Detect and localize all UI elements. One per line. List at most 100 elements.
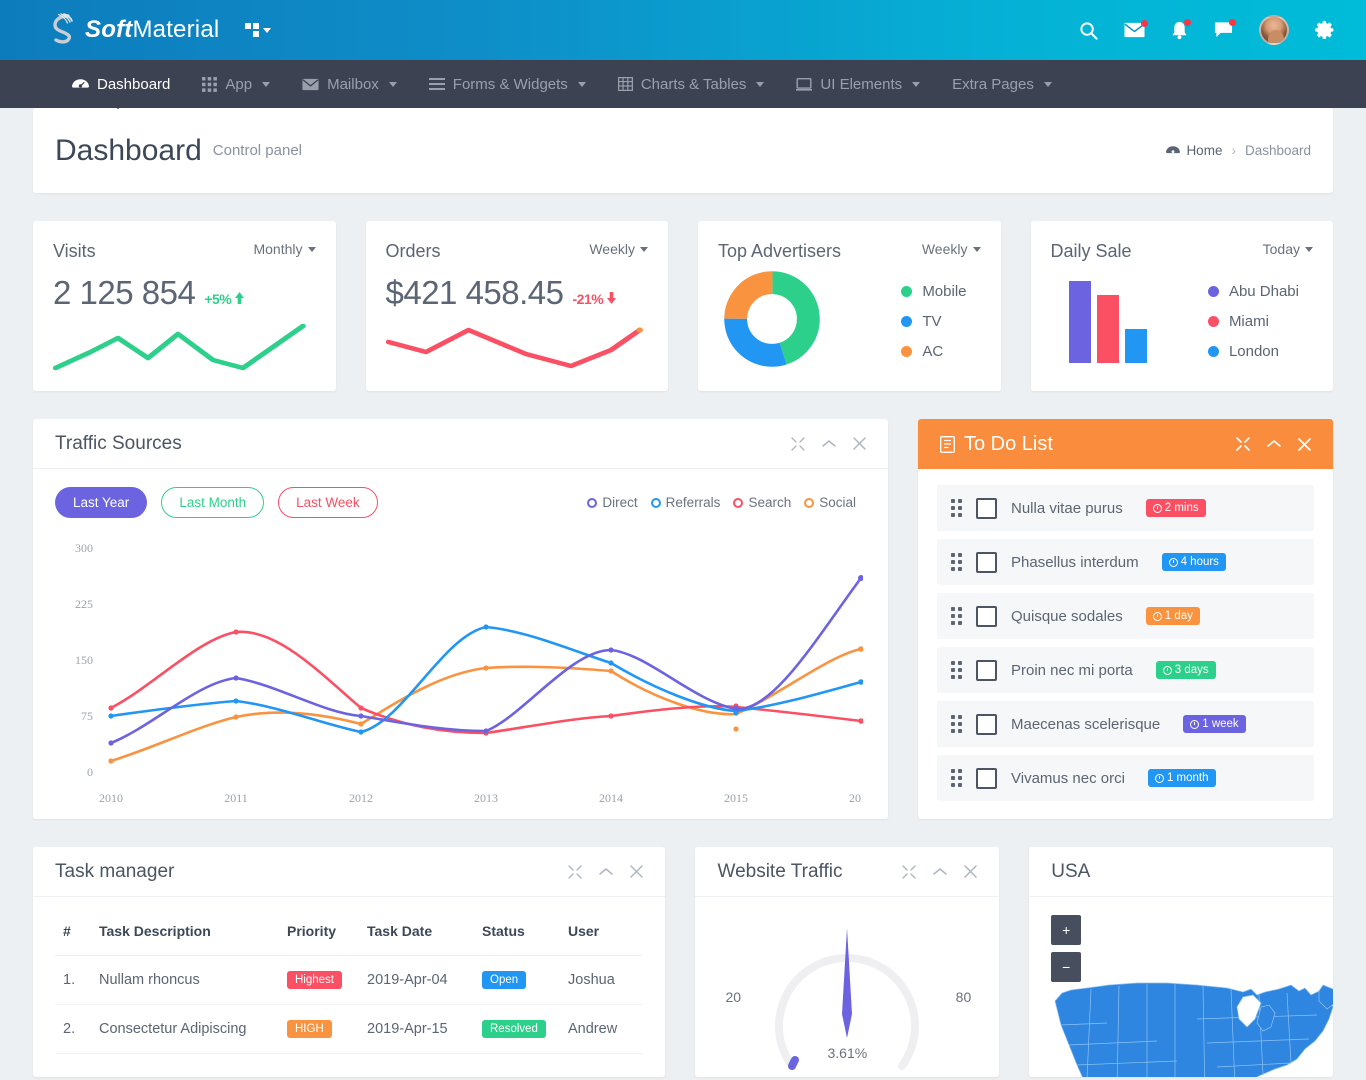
card-visits-sparkline — [53, 320, 316, 375]
drag-handle-icon[interactable] — [951, 715, 962, 733]
table-body: 1. Nullam rhoncus Highest 2019-Apr-04 Op… — [55, 956, 643, 1054]
drag-handle-icon[interactable] — [951, 769, 962, 787]
brand-bold: Soft — [85, 16, 132, 43]
map-zoom-in-button[interactable]: + — [1051, 915, 1081, 945]
chat-icon[interactable] — [1214, 21, 1233, 39]
todo-item[interactable]: Maecenas scelerisque 1 week — [937, 701, 1314, 747]
card-daily-sale-period-dropdown[interactable]: Today — [1263, 241, 1313, 257]
todo-chip-label: 4 hours — [1181, 556, 1219, 568]
nav-item-forms-widgets[interactable]: Forms & Widgets — [415, 68, 600, 101]
panel-website-traffic: Website Traffic 20 80 3.61% — [695, 847, 999, 1077]
legend-label: Social — [819, 495, 856, 510]
pill-last-month[interactable]: Last Month — [161, 487, 264, 518]
legend-social[interactable]: Social — [804, 495, 856, 510]
brand-logo-link[interactable]: SoftMaterial — [50, 13, 219, 47]
task-manager-table: # Task Description Priority Task Date St… — [55, 907, 643, 1054]
nav-item-extra-pages[interactable]: Extra Pages — [938, 68, 1066, 101]
card-visits-period-label: Monthly — [253, 241, 302, 257]
todo-checkbox[interactable] — [976, 498, 997, 519]
close-icon[interactable] — [1298, 438, 1311, 451]
nav-item-app[interactable]: App — [188, 68, 284, 101]
collapse-icon[interactable] — [822, 439, 836, 449]
cell-status: Open — [474, 956, 560, 1005]
todo-item[interactable]: Vivamus nec orci 1 month — [937, 755, 1314, 801]
map-zoom-out-button[interactable]: − — [1051, 952, 1081, 982]
todo-checkbox[interactable] — [976, 768, 997, 789]
clock-icon — [1169, 558, 1178, 567]
card-orders-period-dropdown[interactable]: Weekly — [589, 241, 648, 257]
expand-icon[interactable] — [791, 437, 805, 451]
collapse-icon[interactable] — [1267, 439, 1281, 449]
legend-direct[interactable]: Direct — [587, 495, 637, 510]
gear-icon[interactable] — [1315, 20, 1336, 41]
todo-chip-label: 2 mins — [1165, 502, 1199, 514]
pill-last-week[interactable]: Last Week — [278, 487, 378, 518]
search-icon[interactable] — [1079, 21, 1098, 40]
todo-checkbox[interactable] — [976, 552, 997, 573]
collapse-icon[interactable] — [599, 867, 613, 877]
usa-map-svg[interactable] — [1047, 979, 1333, 1077]
todo-item[interactable]: Phasellus interdum 4 hours — [937, 539, 1314, 585]
status-badge: Resolved — [482, 1020, 546, 1038]
card-visits-period-dropdown[interactable]: Monthly — [253, 241, 315, 257]
todo-item[interactable]: Nulla vitae purus 2 mins — [937, 485, 1314, 531]
pill-last-year[interactable]: Last Year — [55, 487, 147, 518]
todo-checkbox[interactable] — [976, 606, 997, 627]
bell-icon[interactable] — [1171, 21, 1188, 40]
card-top-advertisers-period-dropdown[interactable]: Weekly — [922, 241, 981, 257]
ytick-225: 225 — [75, 597, 93, 611]
table-row[interactable]: 2. Consectetur Adipiscing HIGH 2019-Apr-… — [55, 1005, 643, 1054]
dashboard-icon — [72, 78, 89, 91]
legend-referrals[interactable]: Referrals — [651, 495, 721, 510]
legend-search[interactable]: Search — [733, 495, 791, 510]
chat-badge — [1229, 19, 1236, 26]
card-orders: Orders Weekly $421 458.45 -21% — [366, 221, 669, 391]
nav-label: UI Elements — [820, 76, 902, 93]
chevron-down-icon — [389, 82, 397, 87]
card-top-advertisers-legend: Mobile TV AC — [901, 283, 980, 360]
cell-desc: Consectetur Adipiscing — [91, 1005, 279, 1054]
panel-usa-title: USA — [1051, 861, 1090, 883]
todo-checkbox[interactable] — [976, 714, 997, 735]
breadcrumb-current: Dashboard — [1245, 143, 1311, 158]
close-icon[interactable] — [853, 437, 866, 450]
nav-item-charts-tables[interactable]: Charts & Tables — [604, 68, 779, 101]
todo-chip-label: 3 days — [1175, 664, 1209, 676]
todo-item[interactable]: Proin nec mi porta 3 days — [937, 647, 1314, 693]
nav-item-mailbox[interactable]: Mailbox — [288, 68, 411, 101]
table-row[interactable]: 1. Nullam rhoncus Highest 2019-Apr-04 Op… — [55, 956, 643, 1005]
grid-icon — [245, 23, 259, 37]
card-top-advertisers: Top Advertisers Weekly — [698, 221, 1001, 391]
todo-item[interactable]: Quisque sodales 1 day — [937, 593, 1314, 639]
drag-handle-icon[interactable] — [951, 607, 962, 625]
panel-todo-tools — [1236, 437, 1311, 451]
nav-item-dashboard[interactable]: Dashboard — [58, 68, 184, 101]
mail-icon[interactable] — [1124, 22, 1145, 38]
nav-item-ui-elements[interactable]: UI Elements — [782, 68, 934, 101]
breadcrumb-home[interactable]: Home — [1166, 143, 1222, 158]
todo-chip: 3 days — [1156, 661, 1216, 679]
close-icon[interactable] — [964, 865, 977, 878]
cell-status: Resolved — [474, 1005, 560, 1054]
close-icon[interactable] — [630, 865, 643, 878]
map-zoom-controls: + − — [1051, 915, 1081, 989]
mail-badge — [1141, 20, 1148, 27]
todo-checkbox[interactable] — [976, 660, 997, 681]
collapse-icon[interactable] — [933, 867, 947, 877]
expand-icon[interactable] — [568, 865, 582, 879]
ytick-75: 75 — [81, 709, 93, 723]
avatar[interactable] — [1259, 15, 1289, 45]
expand-icon[interactable] — [1236, 437, 1250, 451]
grid-menu-toggle[interactable] — [245, 23, 271, 37]
todo-chip-label: 1 month — [1167, 772, 1209, 784]
card-daily-sale-body: Abu Dhabi Miami London — [1051, 268, 1314, 375]
top-bar: SoftMaterial — [0, 0, 1366, 60]
legend-dot-london — [1208, 346, 1219, 357]
drag-handle-icon[interactable] — [951, 661, 962, 679]
drag-handle-icon[interactable] — [951, 553, 962, 571]
drag-handle-icon[interactable] — [951, 499, 962, 517]
clock-icon — [1155, 774, 1164, 783]
nav-label: Forms & Widgets — [453, 76, 568, 93]
expand-icon[interactable] — [902, 865, 916, 879]
panel-todo-list: To Do List N — [918, 419, 1333, 819]
